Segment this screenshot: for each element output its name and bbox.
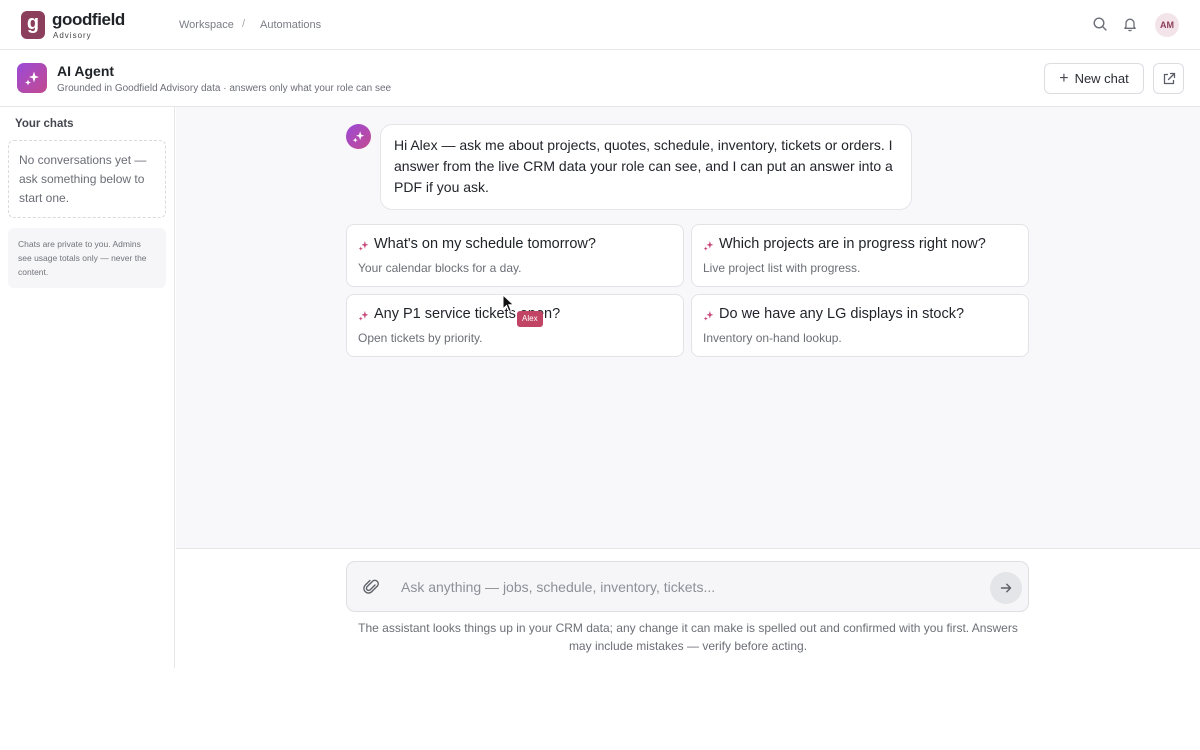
suggestion-card[interactable]: What's on my schedule tomorrow? Your cal… bbox=[346, 224, 684, 287]
external-link-icon bbox=[1163, 72, 1176, 85]
chat-main: Hi Alex — ask me about projects, quotes,… bbox=[176, 107, 1200, 548]
sparkle-icon bbox=[358, 241, 369, 251]
new-chat-label: New chat bbox=[1074, 71, 1129, 86]
suggestion-card[interactable]: Which projects are in progress right now… bbox=[691, 224, 1029, 287]
suggestion-question: Which projects are in progress right now… bbox=[719, 236, 986, 252]
arrow-right-icon bbox=[1000, 583, 1012, 593]
sparkle-icon bbox=[25, 71, 39, 86]
sparkle-icon bbox=[703, 241, 714, 251]
sidebar-title: Your chats bbox=[15, 118, 74, 130]
suggestion-description: Inventory on-hand lookup. bbox=[703, 331, 842, 345]
chat-sidebar: Your chats No conversations yet — ask so… bbox=[0, 107, 175, 668]
search-icon[interactable] bbox=[1092, 16, 1110, 34]
mouse-cursor-icon bbox=[502, 294, 515, 313]
sparkle-icon bbox=[703, 311, 714, 321]
agent-subtitle: Grounded in Goodfield Advisory data · an… bbox=[57, 83, 392, 94]
new-chat-button[interactable]: + New chat bbox=[1044, 63, 1144, 94]
brand-logo-mark[interactable]: g bbox=[21, 11, 45, 39]
suggestion-description: Your calendar blocks for a day. bbox=[358, 261, 522, 275]
sparkle-icon bbox=[358, 311, 369, 321]
empty-conversations: No conversations yet — ask something bel… bbox=[8, 140, 166, 218]
suggestion-description: Open tickets by priority. bbox=[358, 331, 483, 345]
cursor-user-tag: Alex bbox=[517, 311, 543, 327]
suggestion-description: Live project list with progress. bbox=[703, 261, 861, 275]
agent-title: AI Agent bbox=[57, 63, 115, 79]
agent-badge bbox=[17, 63, 47, 93]
privacy-note: Chats are private to you. Admins see usa… bbox=[8, 228, 166, 288]
nav-workspace[interactable]: Workspace bbox=[179, 19, 234, 31]
sparkle-icon bbox=[352, 131, 365, 143]
user-avatar[interactable]: AM bbox=[1155, 13, 1179, 37]
plus-icon: + bbox=[1059, 69, 1069, 87]
agent-header: AI Agent Grounded in Goodfield Advisory … bbox=[0, 50, 1200, 107]
brand-subtitle: Advisory bbox=[53, 31, 92, 40]
brand-name[interactable]: goodfield bbox=[52, 10, 125, 30]
assistant-avatar bbox=[346, 124, 371, 149]
top-bar: g goodfield Advisory Workspace / Automat… bbox=[0, 0, 1200, 50]
suggestion-question: What's on my schedule tomorrow? bbox=[374, 236, 596, 252]
composer bbox=[346, 561, 1029, 612]
assistant-message: Hi Alex — ask me about projects, quotes,… bbox=[380, 124, 912, 210]
disclaimer: The assistant looks things up in your CR… bbox=[358, 621, 1018, 653]
open-external-button[interactable] bbox=[1153, 63, 1184, 94]
nav-automations[interactable]: Automations bbox=[260, 19, 321, 31]
send-button[interactable] bbox=[990, 572, 1022, 604]
nav-separator: / bbox=[242, 18, 246, 30]
suggestion-card[interactable]: Do we have any LG displays in stock? Inv… bbox=[691, 294, 1029, 357]
chat-input[interactable] bbox=[401, 576, 961, 598]
paperclip-icon[interactable] bbox=[363, 577, 379, 595]
bell-icon[interactable] bbox=[1122, 16, 1140, 34]
composer-area: The assistant looks things up in your CR… bbox=[176, 548, 1200, 668]
suggestion-question: Do we have any LG displays in stock? bbox=[719, 306, 965, 322]
